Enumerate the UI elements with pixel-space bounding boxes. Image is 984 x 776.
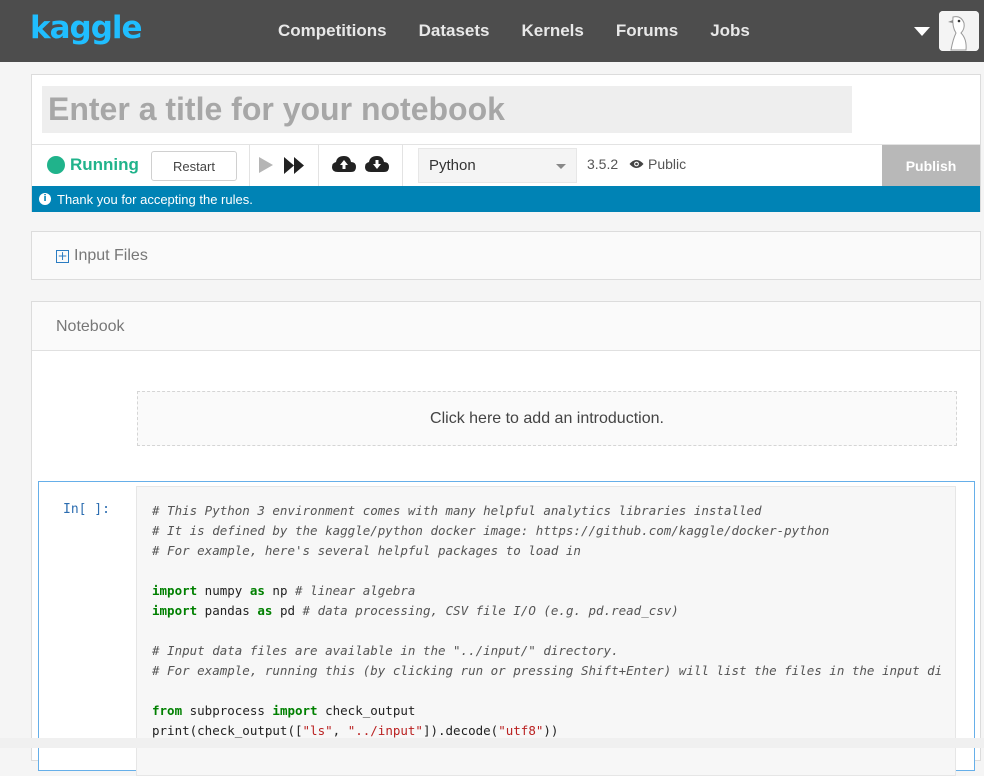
expand-plus-icon: + <box>56 248 69 263</box>
code-line: import numpy as np # linear algebra <box>152 583 416 598</box>
language-version: 3.5.2 <box>587 156 619 172</box>
visibility-label: Public <box>648 156 687 172</box>
notebook-panel: Notebook Click here to add an introducti… <box>31 301 981 776</box>
toolbar-divider <box>249 145 250 186</box>
notebook-header: Notebook <box>32 302 980 351</box>
restart-button[interactable]: Restart <box>151 151 237 181</box>
nav-forums[interactable]: Forums <box>600 21 694 41</box>
code-line: import pandas as pd # data processing, C… <box>152 603 679 618</box>
code-line: # Input data files are available in the … <box>152 643 619 658</box>
nav-competitions[interactable]: Competitions <box>262 21 403 41</box>
language-select[interactable]: Python <box>418 148 577 183</box>
nav-kernels[interactable]: Kernels <box>505 21 599 41</box>
run-all-icon[interactable] <box>284 157 304 174</box>
language-value: Python <box>429 157 476 174</box>
user-menu-caret-icon[interactable] <box>914 27 930 36</box>
editor-toolbar: Running Restart Python 3.5.2 Public Publ… <box>32 144 980 186</box>
add-introduction-area[interactable]: Click here to add an introduction. <box>137 391 957 446</box>
horizontal-scrollbar[interactable] <box>0 738 984 748</box>
nav-datasets[interactable]: Datasets <box>403 21 506 41</box>
code-line: # For example, here's several helpful pa… <box>152 543 581 558</box>
code-cell[interactable]: In[ ]: # This Python 3 environment comes… <box>38 481 975 776</box>
nav-jobs[interactable]: Jobs <box>694 21 766 41</box>
chevron-down-icon <box>556 164 566 169</box>
avatar[interactable] <box>939 11 979 51</box>
top-nav: kaggle Competitions Datasets Kernels For… <box>0 0 984 62</box>
toolbar-divider <box>318 145 319 186</box>
code-line: # For example, running this (by clicking… <box>152 663 943 678</box>
input-files-header: + Input Files <box>56 247 148 265</box>
cloud-download-icon[interactable] <box>365 155 389 173</box>
notebook-editor: Running Restart Python 3.5.2 <box>31 74 981 212</box>
code-editor[interactable]: # This Python 3 environment comes with m… <box>136 486 956 776</box>
goose-avatar-icon <box>939 11 979 51</box>
rules-notice: i Thank you for accepting the rules. <box>32 186 980 212</box>
status-label: Running <box>70 155 139 174</box>
input-files-panel[interactable]: + Input Files <box>31 231 981 280</box>
cloud-upload-icon[interactable] <box>332 155 356 173</box>
code-line: from subprocess import check_output <box>152 703 416 718</box>
run-cell-icon[interactable] <box>257 156 275 174</box>
publish-button[interactable]: Publish <box>882 145 980 186</box>
info-icon: i <box>39 193 51 205</box>
status-dot-icon <box>47 156 65 174</box>
kernel-status: Running <box>47 155 139 175</box>
kaggle-logo[interactable]: kaggle <box>30 10 143 46</box>
eye-icon <box>629 160 644 168</box>
notebook-title-input[interactable] <box>42 86 852 133</box>
nav-links: Competitions Datasets Kernels Forums Job… <box>262 0 766 62</box>
code-line: # It is defined by the kaggle/python doc… <box>152 523 830 538</box>
code-line: print(check_output(["ls", "../input"]).d… <box>152 723 559 738</box>
toolbar-divider <box>402 145 403 186</box>
code-line: # This Python 3 environment comes with m… <box>152 503 762 518</box>
input-files-label: Input Files <box>74 247 148 264</box>
notebook-label: Notebook <box>56 318 125 335</box>
notice-text: Thank you for accepting the rules. <box>57 191 253 207</box>
cell-prompt: In[ ]: <box>63 502 110 517</box>
visibility-toggle[interactable]: Public <box>629 156 686 172</box>
